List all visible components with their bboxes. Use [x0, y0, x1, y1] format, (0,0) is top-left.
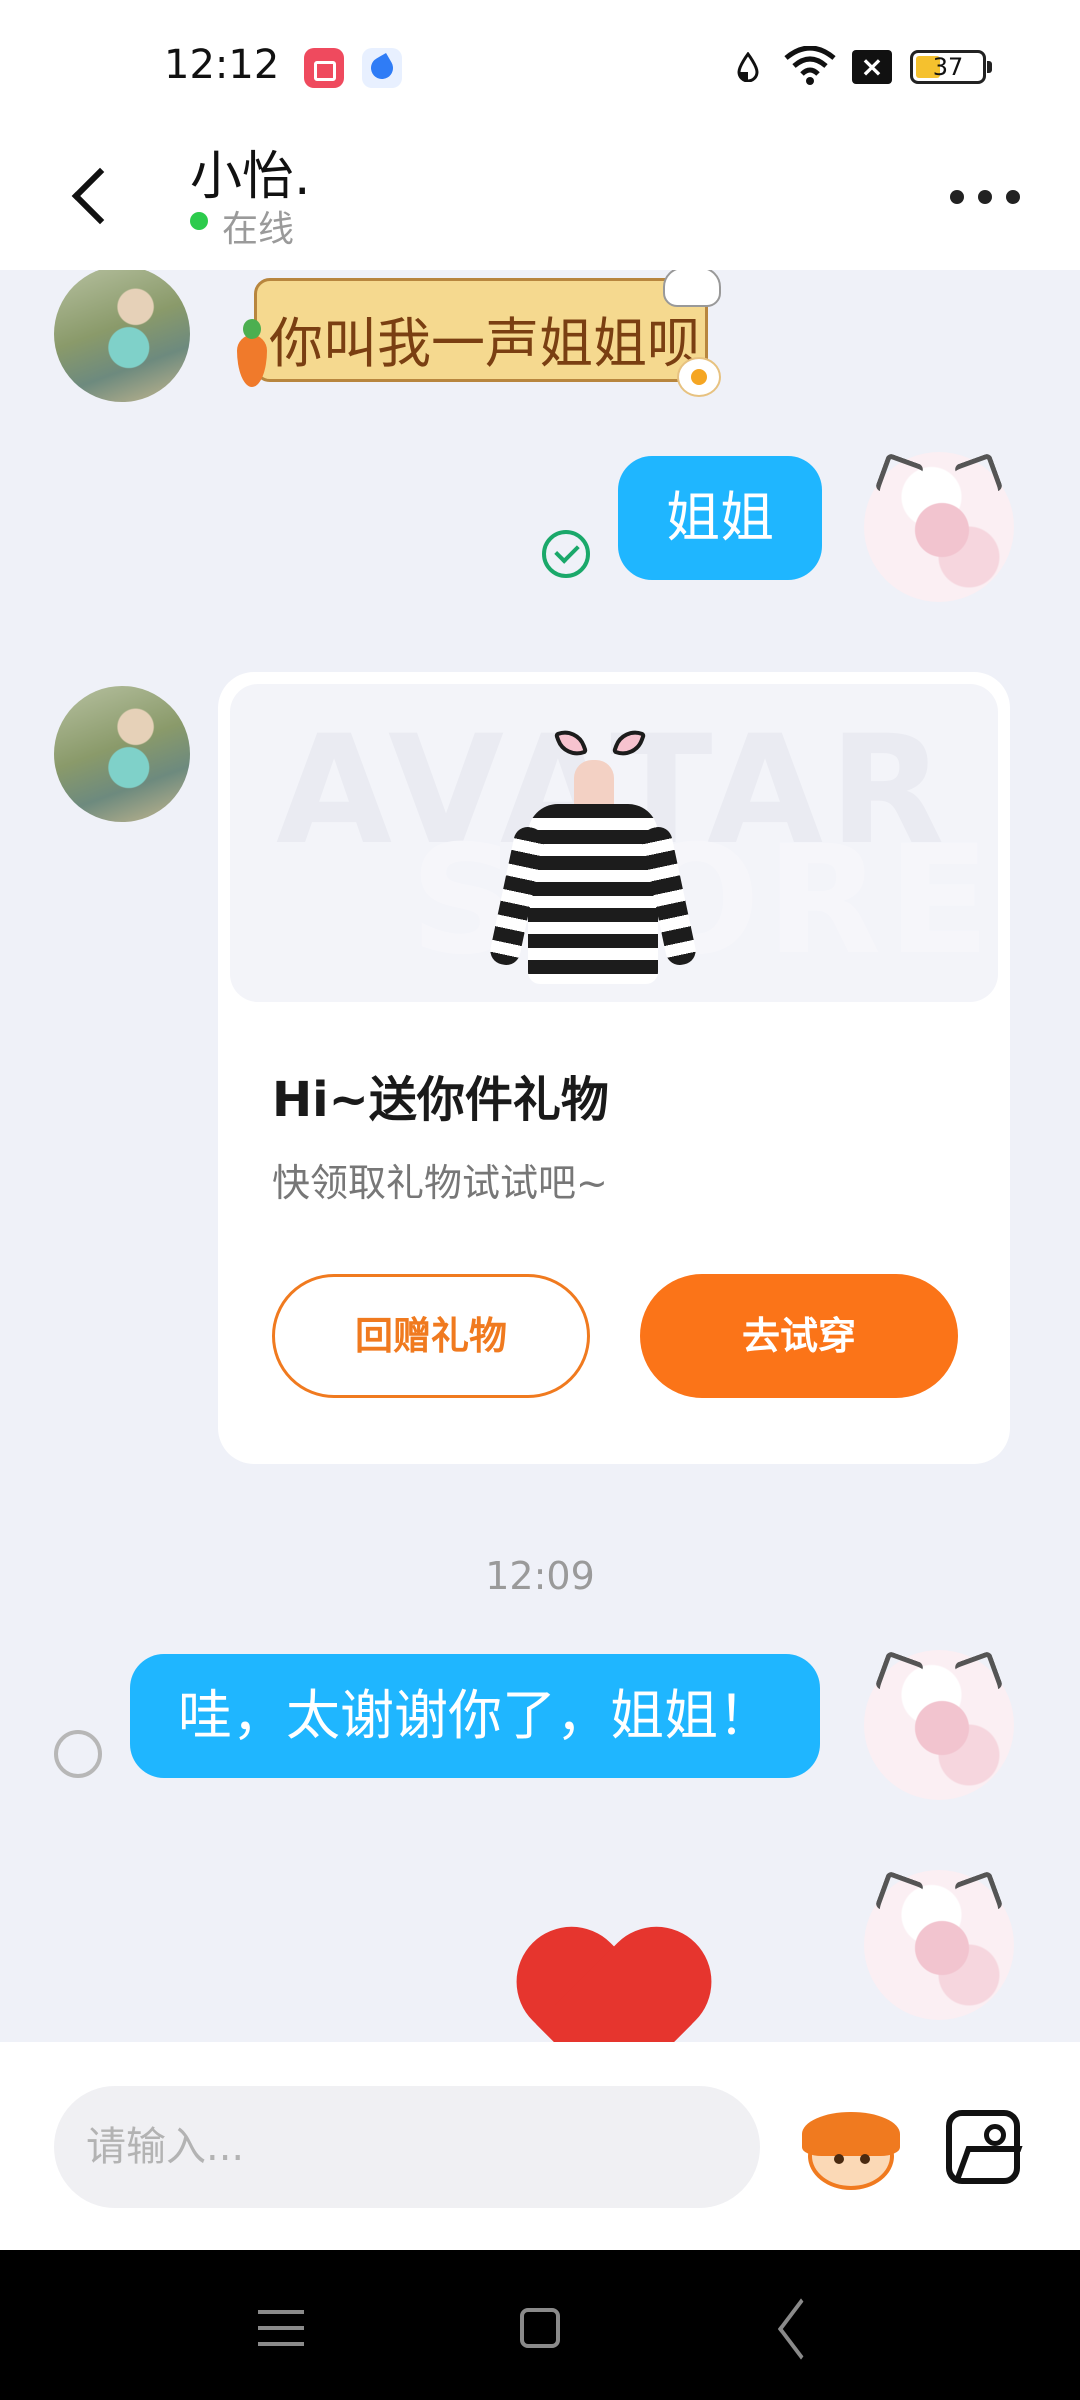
- user-avatar[interactable]: [864, 1870, 1014, 2020]
- user-avatar[interactable]: [864, 1650, 1014, 1800]
- menu-line: [258, 2310, 304, 2314]
- emoji-eye: [860, 2154, 870, 2164]
- message-list[interactable]: 你叫我一声姐姐呗 姐姐 AVATAR STORE Hi~送你件礼物 快领取礼物试…: [0, 270, 1080, 2042]
- return-gift-button[interactable]: 回赠礼物: [272, 1274, 590, 1398]
- carrot-sticker-icon: [237, 319, 267, 387]
- image-picker-icon[interactable]: [946, 2110, 1020, 2184]
- menu-line: [258, 2342, 304, 2346]
- heart-sticker-icon[interactable]: [518, 1932, 710, 2042]
- user-avatar[interactable]: [864, 452, 1014, 602]
- online-status-text: 在线: [222, 209, 295, 250]
- read-check-icon: [542, 530, 590, 578]
- home-icon[interactable]: [520, 2308, 560, 2348]
- contact-avatar[interactable]: [54, 686, 190, 822]
- emoji-avatar-icon[interactable]: [800, 2108, 900, 2190]
- system-nav-bar: [0, 2250, 1080, 2400]
- gift-card[interactable]: AVATAR STORE Hi~送你件礼物 快领取礼物试试吧~ 回赠礼物 去试穿: [218, 672, 1010, 1464]
- input-bar: [0, 2042, 1080, 2250]
- gift-image[interactable]: AVATAR STORE: [230, 684, 998, 1002]
- gift-title: Hi~送你件礼物: [272, 1072, 609, 1128]
- gift-subtitle: 快领取礼物试试吧~: [272, 1161, 608, 1205]
- message-timestamp: 12:09: [485, 1554, 595, 1598]
- no-sim-icon: ×: [852, 50, 892, 84]
- status-bar: 12:12 × 37: [0, 0, 1080, 120]
- sticker-text: 你叫我一声姐姐呗: [269, 312, 701, 375]
- emoji-eye: [834, 2154, 844, 2164]
- dot: [1006, 190, 1020, 204]
- menu-icon[interactable]: [258, 2310, 304, 2346]
- online-status-dot: [190, 212, 208, 230]
- emoji-hair: [802, 2112, 900, 2156]
- screen-record-icon: [304, 48, 344, 88]
- contact-avatar[interactable]: [54, 270, 190, 402]
- more-dots-icon[interactable]: [950, 176, 1020, 216]
- egg-sticker-icon: [677, 357, 721, 397]
- sticker-message[interactable]: 你叫我一声姐姐呗: [237, 270, 721, 397]
- striped-sweater-icon: [528, 804, 658, 984]
- message-input[interactable]: [54, 2086, 760, 2208]
- outgoing-message-bubble[interactable]: 姐姐: [618, 456, 822, 580]
- dot: [978, 190, 992, 204]
- dot: [950, 190, 964, 204]
- battery-level: 37: [932, 53, 964, 81]
- chevron-left-icon[interactable]: [62, 160, 122, 230]
- try-on-button[interactable]: 去试穿: [640, 1274, 958, 1398]
- contact-name[interactable]: 小怡.: [190, 134, 311, 209]
- menu-line: [258, 2326, 304, 2330]
- back-icon[interactable]: [776, 2306, 820, 2350]
- data-saver-icon: [737, 52, 759, 82]
- chat-header: 小怡. 在线: [0, 120, 1080, 270]
- battery-icon: 37: [910, 50, 992, 84]
- wifi-icon: [784, 46, 836, 85]
- pending-status-icon: [54, 1730, 102, 1778]
- app-notification-icon: [362, 48, 402, 88]
- status-time: 12:12: [164, 42, 280, 88]
- outgoing-message-bubble[interactable]: 哇，太谢谢你了，姐姐！: [130, 1654, 820, 1778]
